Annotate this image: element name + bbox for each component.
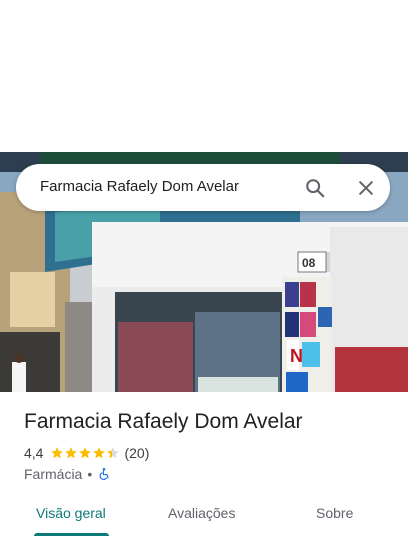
tab-sobre[interactable]: Sobre [316, 505, 353, 521]
place-title: Farmacia Rafaely Dom Avelar [24, 410, 303, 433]
star-icon [79, 447, 92, 459]
storefront-number: 08 [302, 256, 316, 270]
search-icon [306, 179, 325, 198]
clear-search-button[interactable] [353, 175, 379, 201]
star-icon [51, 447, 64, 459]
place-category: Farmácia [24, 466, 83, 482]
rating-value: 4,4 [24, 445, 44, 461]
separator-dot: • [87, 466, 93, 482]
svg-text:N: N [290, 346, 303, 366]
search-button[interactable] [302, 175, 328, 201]
active-tab-indicator [34, 533, 109, 536]
close-icon [359, 181, 373, 195]
tab-visao-geral[interactable]: Visão geral [36, 505, 106, 521]
place-tabs: Visão geral Avaliações Sobre [0, 496, 408, 536]
search-query[interactable]: Farmacia Rafaely Dom Avelar [40, 178, 239, 195]
rating-stars [50, 446, 120, 460]
review-count[interactable]: (20) [124, 445, 149, 461]
search-bar[interactable]: Farmacia Rafaely Dom Avelar [16, 164, 390, 211]
wheelchair-icon [99, 468, 109, 481]
category-row: Farmácia • [24, 466, 111, 482]
star-icon [65, 447, 78, 459]
star-icon [107, 447, 120, 459]
tab-avaliacoes[interactable]: Avaliações [168, 505, 235, 521]
rating-row[interactable]: 4,4 (20) [24, 445, 149, 461]
star-icon [93, 447, 106, 459]
